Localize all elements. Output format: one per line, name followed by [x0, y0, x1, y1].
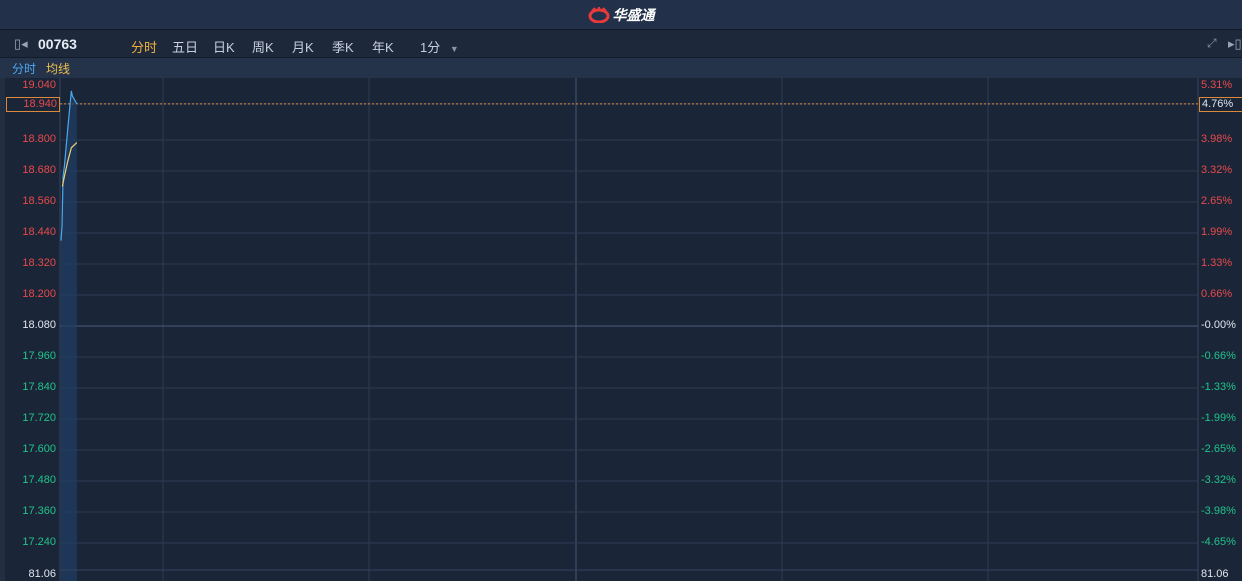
tab-five-day[interactable]: 五日: [172, 37, 198, 56]
collapse-left-icon[interactable]: ▯◂: [14, 36, 28, 52]
logo-icon: [588, 6, 609, 23]
percent-axis-label: 1.33%: [1201, 257, 1233, 269]
interval-value: 1分: [420, 40, 441, 55]
tab-daily-k[interactable]: 日K: [213, 37, 235, 56]
price-axis-label: 18.560: [22, 195, 56, 207]
percent-axis-label: -4.65%: [1201, 536, 1236, 548]
logo-text: 华盛通: [612, 6, 655, 23]
percent-axis-label: -1.99%: [1201, 412, 1236, 424]
price-axis-label: 18.680: [22, 164, 56, 176]
chart-canvas: [0, 78, 1199, 581]
legend-average: 均线: [46, 61, 71, 76]
price-axis-label: 17.480: [22, 474, 56, 486]
percent-axis-label: -0.00%: [1201, 319, 1236, 331]
volume-axis-label-right: 81.06: [1201, 568, 1229, 580]
intraday-chart[interactable]: 19.040 5.31% 18.940 4.76% 18.800 3.98% 18.680 3…: [0, 78, 1242, 581]
tab-monthly-k[interactable]: 月K: [292, 37, 314, 56]
percent-axis-label: -3.98%: [1201, 505, 1236, 517]
collapse-right-icon[interactable]: ▸▯: [1228, 36, 1242, 52]
percent-axis-label: -2.65%: [1201, 443, 1236, 455]
percent-axis-label: -1.33%: [1201, 381, 1236, 393]
tab-quarterly-k[interactable]: 季K: [332, 37, 354, 56]
price-axis-label: 18.800: [22, 133, 56, 145]
percent-axis-label: 0.66%: [1201, 288, 1233, 300]
volume-axis-label: 81.06: [28, 568, 56, 580]
legend-intraday: 分时: [12, 61, 37, 76]
tab-yearly-k[interactable]: 年K: [372, 37, 394, 56]
indicator-bar: 分时 均线: [0, 58, 1242, 78]
percent-axis-label: -0.66%: [1201, 350, 1236, 362]
price-axis-label: 17.600: [22, 443, 56, 455]
price-axis-label: 18.080: [22, 319, 56, 331]
chevron-down-icon: ▼: [449, 44, 459, 54]
price-axis-label: 17.840: [22, 381, 56, 393]
price-axis-label: 18.200: [22, 288, 56, 300]
price-axis-label: 17.720: [22, 412, 56, 424]
price-axis-label: 18.440: [22, 226, 56, 238]
stock-code: 00763: [38, 36, 77, 52]
fullscreen-icon[interactable]: ⤢: [1207, 36, 1217, 51]
price-axis-label: 17.360: [22, 505, 56, 517]
price-axis-label: 18.320: [22, 257, 56, 269]
price-area: [61, 90, 77, 581]
price-axis-label: 17.960: [22, 350, 56, 362]
percent-axis-label: 5.31%: [1201, 79, 1233, 91]
toolbar: ▯◂ 00763 分时 五日 日K 周K 月K 季K 年K 1分 ▼ ⤢ ▸▯: [0, 31, 1242, 58]
percent-axis-label: 1.99%: [1201, 226, 1233, 238]
percent-axis-label: 4.76%: [1199, 96, 1242, 112]
title-bar: 华盛通: [0, 0, 1242, 30]
price-axis-label: 19.040: [22, 79, 56, 91]
app-logo: 华盛通: [588, 5, 655, 25]
percent-axis-label: -3.32%: [1201, 474, 1236, 486]
price-axis-label: 17.240: [22, 536, 56, 548]
interval-select[interactable]: 1分 ▼: [420, 37, 459, 56]
percent-axis-label: 3.32%: [1201, 164, 1233, 176]
tab-intraday[interactable]: 分时: [131, 37, 157, 56]
price-axis-label: 18.940: [6, 96, 60, 112]
tab-weekly-k[interactable]: 周K: [252, 37, 274, 56]
percent-axis-label: 2.65%: [1201, 195, 1233, 207]
percent-axis-label: 3.98%: [1201, 133, 1233, 145]
